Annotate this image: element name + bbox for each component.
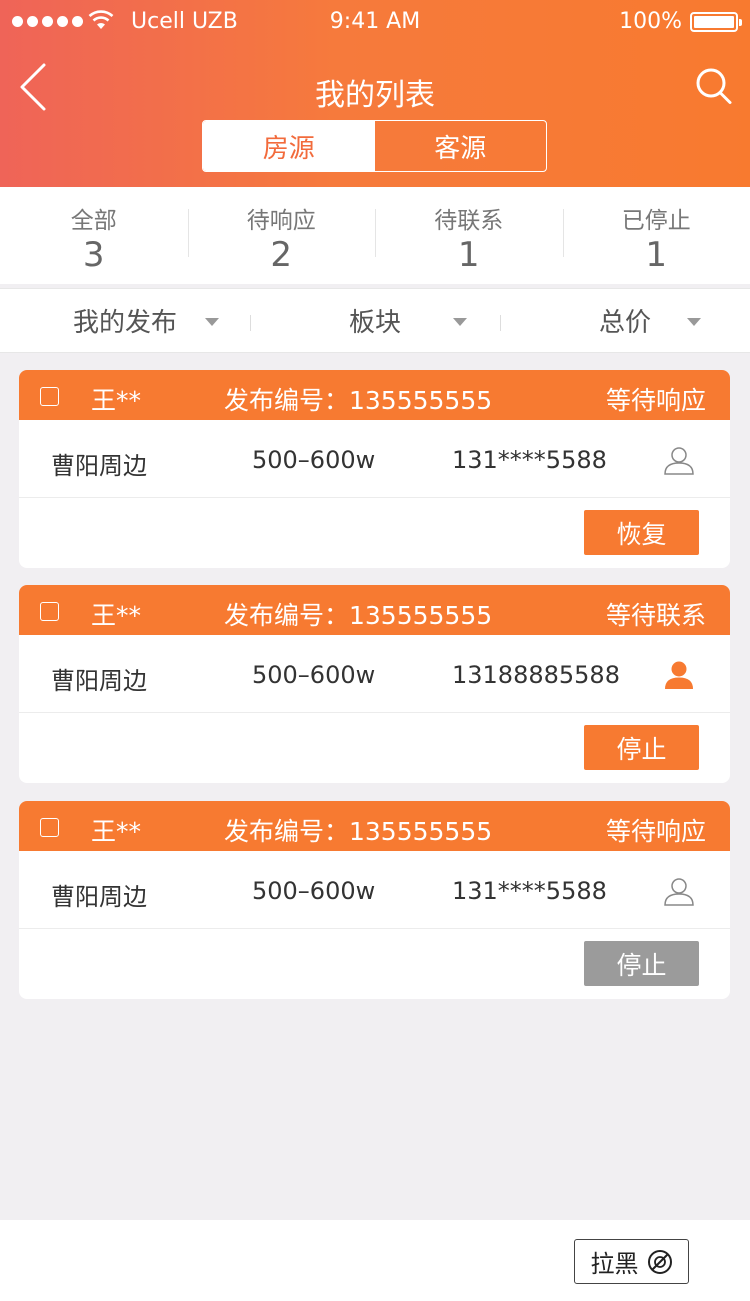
stat-label: 待响应	[246, 208, 316, 234]
blacklist-label: 拉黑	[590, 1250, 639, 1278]
app-header: Ucell UZB 9:41 AM 100% 我的列表 房源 客源	[0, 0, 750, 187]
filter-my-posts[interactable]: 我的发布	[0, 289, 250, 352]
phone-number: 131****5588	[452, 877, 607, 905]
listing-card: 王** 发布编号：135555555 等待响应 曹阳周边 500–600w 13…	[19, 370, 730, 568]
card-header: 王** 发布编号：135555555 等待响应	[19, 370, 730, 420]
stop-button-disabled[interactable]: 停止	[584, 941, 699, 986]
tab-clients[interactable]: 客源	[375, 121, 547, 171]
listing-card: 王** 发布编号：135555555 等待响应 曹阳周边 500–600w 13…	[19, 801, 730, 999]
caret-down-icon	[453, 318, 467, 326]
select-checkbox[interactable]	[40, 387, 59, 406]
price-range: 500–600w	[252, 877, 376, 905]
stat-pending-response[interactable]: 待响应 2	[187, 187, 376, 284]
listing-type-segment: 房源 客源	[202, 120, 547, 172]
person-filled-icon[interactable]	[663, 659, 695, 691]
stat-label: 已停止	[621, 208, 691, 234]
phone-number: 13188885588	[452, 661, 620, 689]
filter-label: 我的发布	[72, 308, 177, 338]
blacklist-button[interactable]: 拉黑	[574, 1239, 689, 1284]
stat-count: 1	[645, 235, 668, 275]
caret-down-icon	[205, 318, 219, 326]
stop-button[interactable]: 停止	[584, 725, 699, 770]
filter-label: 板块	[348, 308, 401, 338]
search-icon[interactable]	[694, 64, 734, 108]
no-symbol-icon	[647, 1249, 672, 1274]
bottom-action-bar: 拉黑	[0, 1220, 750, 1301]
stat-count: 3	[82, 235, 105, 275]
tab-housing[interactable]: 房源	[203, 121, 375, 171]
restore-button[interactable]: 恢复	[584, 510, 699, 555]
stat-count: 2	[270, 235, 293, 275]
listing-card: 王** 发布编号：135555555 等待联系 曹阳周边 500–600w 13…	[19, 585, 730, 783]
status-badge: 等待响应	[605, 386, 706, 415]
card-details: 曹阳周边 500–600w 131****5588	[19, 851, 730, 929]
card-header: 王** 发布编号：135555555 等待联系	[19, 585, 730, 635]
filter-district[interactable]: 板块	[250, 289, 500, 352]
status-badge: 等待联系	[605, 601, 706, 630]
filter-label: 总价	[598, 308, 651, 338]
card-details: 曹阳周边 500–600w 13188885588	[19, 635, 730, 713]
area-label: 曹阳周边	[51, 667, 147, 695]
person-outline-icon[interactable]	[663, 875, 695, 907]
stat-stopped[interactable]: 已停止 1	[562, 187, 750, 284]
caret-down-icon	[687, 318, 701, 326]
battery-icon	[690, 12, 742, 32]
price-range: 500–600w	[252, 661, 376, 689]
phone-number: 131****5588	[452, 446, 607, 474]
stat-pending-contact[interactable]: 待联系 1	[375, 187, 563, 284]
publish-number: 发布编号：135555555	[224, 386, 493, 415]
status-bar: Ucell UZB 9:41 AM 100%	[0, 8, 750, 38]
status-badge: 等待响应	[605, 817, 706, 846]
publish-number: 发布编号：135555555	[224, 817, 493, 846]
owner-name: 王**	[91, 601, 142, 630]
select-checkbox[interactable]	[40, 818, 59, 837]
filter-bar: 我的发布 板块 总价	[0, 288, 750, 353]
card-header: 王** 发布编号：135555555 等待响应	[19, 801, 730, 851]
page-title: 我的列表	[315, 78, 435, 113]
stat-label: 全部	[70, 208, 117, 234]
publish-number: 发布编号：135555555	[224, 601, 493, 630]
card-details: 曹阳周边 500–600w 131****5588	[19, 420, 730, 498]
filter-total-price[interactable]: 总价	[500, 289, 750, 352]
status-summary: 全部 3 待响应 2 待联系 1 已停止 1	[0, 187, 750, 284]
area-label: 曹阳周边	[51, 452, 147, 480]
owner-name: 王**	[91, 386, 142, 415]
stat-label: 待联系	[434, 208, 504, 234]
stat-all[interactable]: 全部 3	[0, 187, 188, 284]
area-label: 曹阳周边	[51, 883, 147, 911]
stat-count: 1	[457, 235, 480, 275]
owner-name: 王**	[91, 817, 142, 846]
price-range: 500–600w	[252, 446, 376, 474]
person-outline-icon[interactable]	[663, 444, 695, 476]
battery-percent: 100%	[619, 9, 682, 34]
select-checkbox[interactable]	[40, 602, 59, 621]
